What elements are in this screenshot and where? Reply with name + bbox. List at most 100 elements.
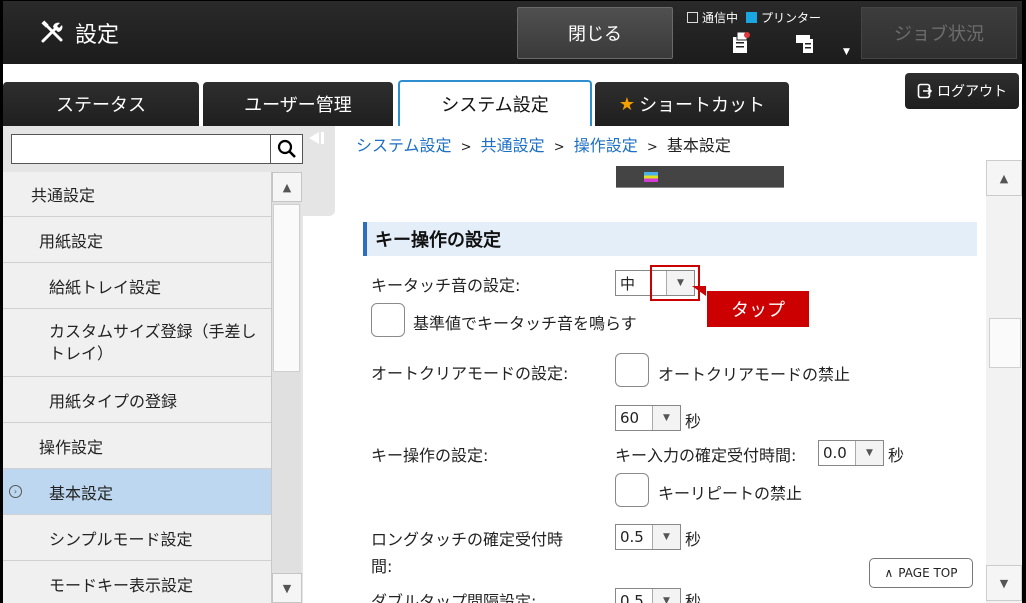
comm-legend-label: 通信中 [702, 11, 739, 25]
sidebar-item-label: 用紙設定 [39, 231, 104, 251]
color-swatch-icon [644, 172, 658, 182]
display-color-preview [616, 166, 784, 188]
search-input[interactable] [11, 134, 271, 164]
tab-status[interactable]: ステータス [3, 82, 199, 126]
long-touch-label: ロングタッチの確定受付時 [371, 530, 564, 549]
sidebar-item-label: シンプルモード設定 [49, 529, 193, 549]
tab-bar: ステータス ユーザー管理 システム設定 ★ ショートカット ログアウト [3, 64, 1022, 126]
autoclear-time-select[interactable]: 60 ▼ [615, 405, 681, 431]
seconds-unit: 秒 [888, 446, 905, 465]
long-touch-label-cont: 間: [371, 557, 393, 576]
tap-pointer-icon [692, 286, 706, 296]
search-button[interactable] [271, 134, 303, 164]
sidebar-item-paper-tray[interactable]: 給紙トレイ設定 [3, 263, 271, 309]
sidebar-item-label: モードキー表示設定 [49, 575, 194, 595]
sidebar-item-label: 基本設定 [49, 483, 114, 503]
sidebar-scroll-thumb[interactable] [273, 204, 300, 372]
tab-system-settings[interactable]: システム設定 [398, 80, 592, 126]
key-confirm-value: 0.0 [823, 444, 847, 462]
chevron-down-icon: ▼ [855, 441, 883, 465]
seconds-unit: 秒 [685, 530, 702, 549]
title-area: 設定 [3, 1, 119, 65]
sidebar-collapse-handle[interactable] [303, 126, 335, 216]
long-touch-select[interactable]: 0.5 ▼ [615, 524, 681, 550]
content-scroll-thumb[interactable] [989, 318, 1021, 368]
autoclear-time-value: 60 [620, 409, 640, 427]
key-confirm-select[interactable]: 0.0 ▼ [818, 440, 884, 466]
tab-user-management[interactable]: ユーザー管理 [203, 82, 393, 126]
tab-shortcut-label: ショートカット [639, 95, 766, 116]
star-icon: ★ [618, 93, 636, 115]
autoclear-label: オートクリアモードの設定: [371, 364, 569, 383]
sidebar-menu: 共通設定 用紙設定 給紙トレイ設定 カスタムサイズ登録（手差しトレイ） 用紙タイ… [3, 172, 271, 603]
breadcrumb-separator: > [553, 140, 565, 155]
sidebar: 共通設定 用紙設定 給紙トレイ設定 カスタムサイズ登録（手差しトレイ） 用紙タイ… [3, 126, 303, 603]
collapse-arrow-icon [309, 132, 324, 170]
sidebar-item-simple-mode[interactable]: シンプルモード設定 [3, 515, 271, 561]
status-dropdown-icon: ▼ [843, 47, 850, 57]
sidebar-item-operation-settings[interactable]: 操作設定 [3, 423, 271, 469]
breadcrumb-link-common-settings[interactable]: 共通設定 [481, 136, 545, 155]
logout-label: ログアウト [937, 84, 1007, 100]
device-status-cluster[interactable]: 通信中 プリンター ▼ [687, 7, 857, 59]
status-legend: 通信中 プリンター [687, 9, 829, 26]
logout-button[interactable]: ログアウト [905, 73, 1019, 109]
sidebar-item-common-settings[interactable]: 共通設定 [3, 172, 271, 217]
seconds-unit: 秒 [685, 592, 702, 603]
chevron-down-icon: ▼ [652, 525, 680, 549]
printer-legend-label: プリンター [761, 11, 822, 25]
key-touch-std-label: 基準値でキータッチ音を鳴らす [413, 314, 637, 333]
content-scrollbar[interactable]: ▲ ▼ [986, 160, 1022, 603]
breadcrumb-separator: > [460, 140, 472, 155]
key-touch-std-checkbox[interactable] [371, 303, 405, 337]
sidebar-scrollbar[interactable]: ▲ ▼ [271, 172, 302, 603]
content-scroll-up-icon[interactable]: ▲ [986, 160, 1022, 196]
sidebar-item-mode-key-display[interactable]: モードキー表示設定 [3, 561, 271, 603]
sidebar-search [11, 134, 303, 164]
key-repeat-label: キーリピートの禁止 [658, 484, 803, 503]
printer-device-icon [796, 35, 813, 53]
breadcrumb-link-operation-settings[interactable]: 操作設定 [574, 136, 638, 155]
comm-legend-swatch [687, 12, 698, 23]
fax-document-icon [733, 31, 750, 53]
chevron-up-icon: ∧ [884, 566, 894, 580]
autoclear-disable-label: オートクリアモードの禁止 [658, 365, 851, 384]
chevron-down-icon: ▼ [652, 406, 680, 430]
breadcrumb: システム設定 > 共通設定 > 操作設定 > 基本設定 [356, 132, 731, 156]
sidebar-item-basic-settings[interactable]: › 基本設定 [3, 469, 271, 515]
settings-tools-icon [41, 20, 63, 43]
breadcrumb-current: 基本設定 [666, 136, 731, 155]
close-button[interactable]: 閉じる [517, 7, 673, 59]
chevron-down-icon: ▼ [652, 589, 680, 603]
content-scroll-down-icon[interactable]: ▼ [986, 565, 1022, 601]
tab-shortcut[interactable]: ★ ショートカット [595, 82, 789, 126]
sidebar-item-label: 共通設定 [31, 186, 96, 205]
sidebar-scroll-down-icon[interactable]: ▼ [272, 573, 302, 603]
page-top-label: PAGE TOP [898, 566, 958, 580]
section-title: キー操作の設定 [363, 222, 977, 256]
job-status-button[interactable]: ジョブ状況 [861, 7, 1017, 59]
autoclear-disable-checkbox[interactable] [615, 353, 649, 387]
sidebar-scroll-up-icon[interactable]: ▲ [272, 172, 302, 202]
key-repeat-disable-checkbox[interactable] [615, 473, 649, 507]
breadcrumb-link-system-settings[interactable]: システム設定 [356, 136, 452, 155]
sidebar-item-custom-size[interactable]: カスタムサイズ登録（手差しトレイ） [3, 309, 271, 377]
sidebar-item-label: カスタムサイズ登録（手差しトレイ） [49, 321, 257, 363]
breadcrumb-separator: > [646, 140, 658, 155]
selected-indicator-icon: › [9, 485, 22, 498]
seconds-unit: 秒 [685, 412, 702, 431]
sidebar-item-label: 用紙タイプの登録 [49, 391, 178, 411]
page-top-button[interactable]: ∧ PAGE TOP [869, 558, 973, 588]
tap-callout: タップ [707, 291, 809, 327]
frame-right-border [1022, 0, 1026, 603]
printer-legend-swatch [746, 12, 758, 23]
long-touch-value: 0.5 [620, 528, 644, 546]
sidebar-item-label: 操作設定 [39, 437, 104, 457]
sidebar-item-paper-type[interactable]: 用紙タイプの登録 [3, 377, 271, 423]
sidebar-item-paper-settings[interactable]: 用紙設定 [3, 217, 271, 263]
double-tap-select[interactable]: 0.5 ▼ [615, 588, 681, 603]
key-confirm-label: キー入力の確定受付時間: [615, 446, 797, 465]
double-tap-value: 0.5 [620, 592, 644, 603]
logout-icon [917, 83, 933, 99]
key-op-label: キー操作の設定: [371, 446, 489, 465]
